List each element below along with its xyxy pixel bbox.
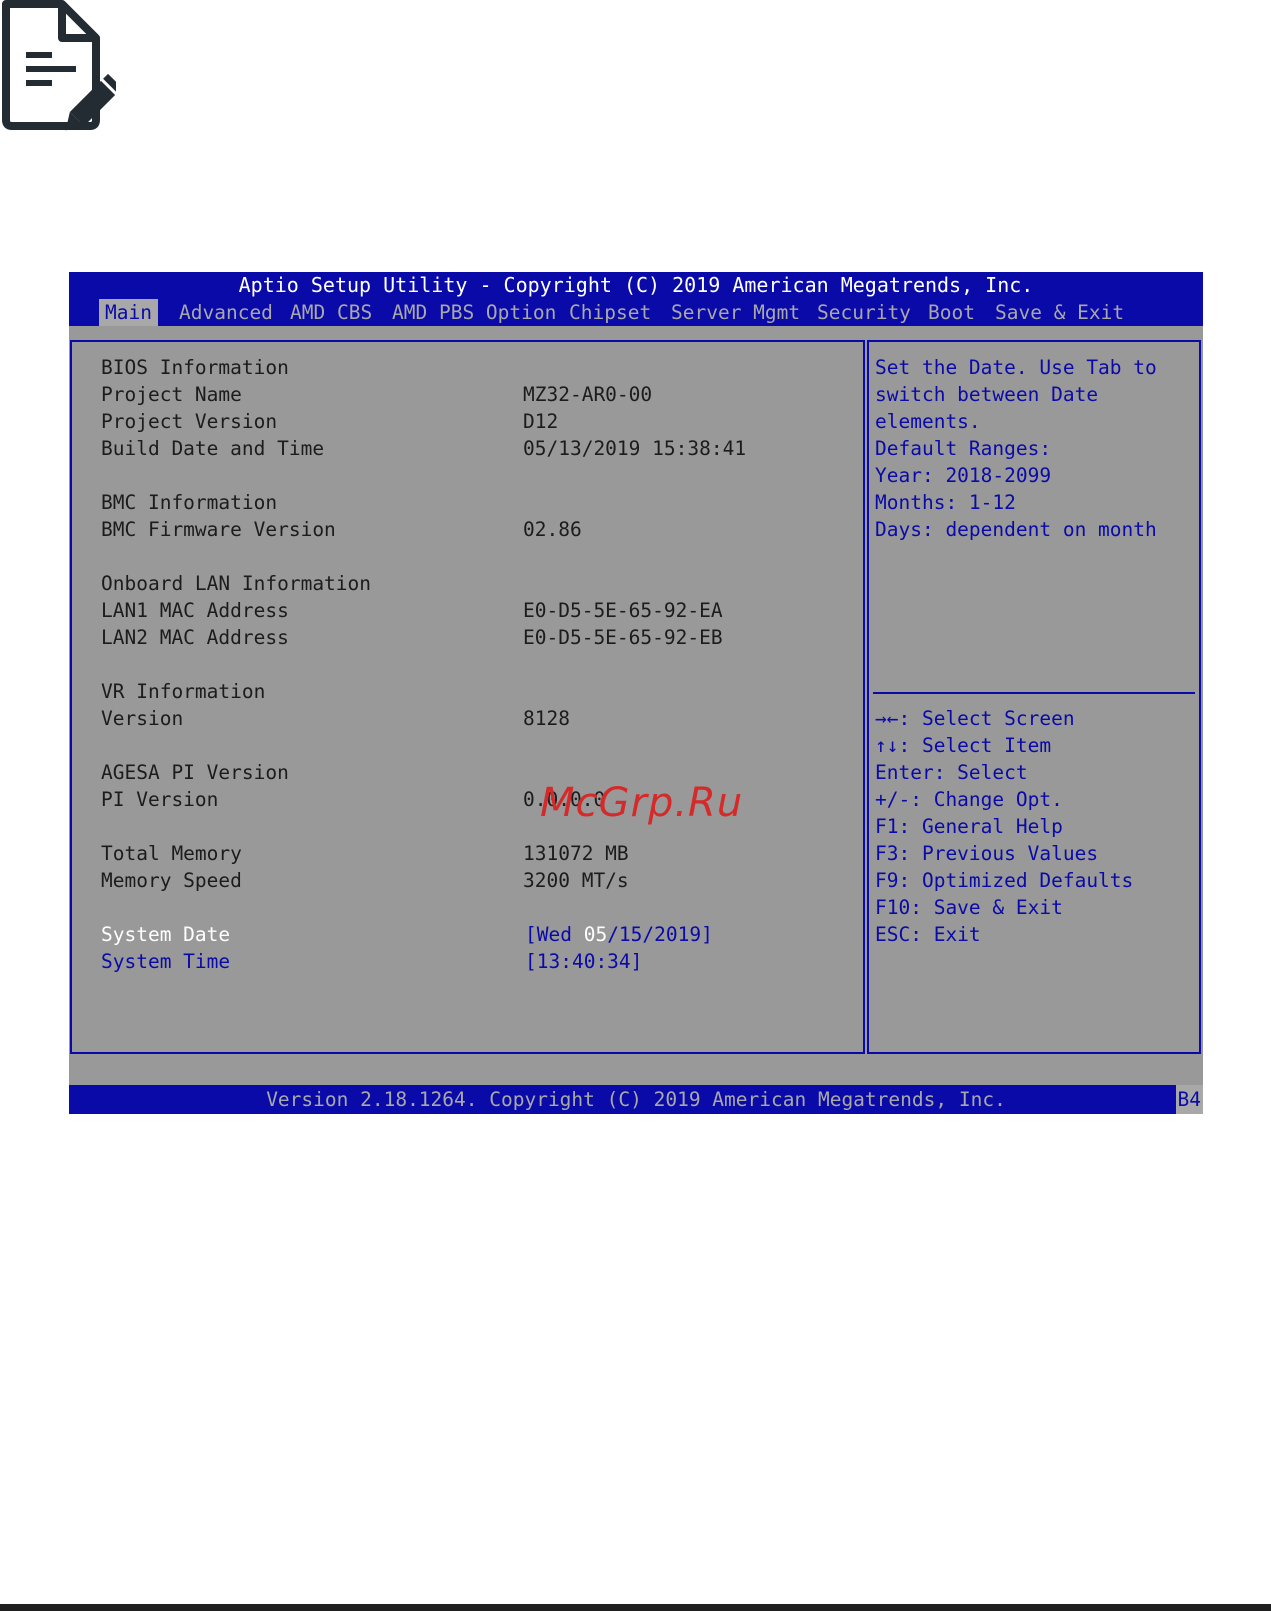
footer-bar: Version 2.18.1264. Copyright (C) 2019 Am… (69, 1085, 1203, 1114)
build-date-label: Build Date and Time (101, 437, 325, 460)
watermark: McGrp.Ru (540, 780, 744, 826)
key-hint-esc: ESC: Exit (875, 923, 981, 946)
bmc-firmware-value: 02.86 (523, 518, 582, 541)
tab-boot[interactable]: Boot (922, 299, 981, 326)
lan1-mac-value: E0-D5-5E-65-92-EA (523, 599, 723, 622)
build-date-value: 05/13/2019 15:38:41 (523, 437, 747, 460)
key-hint-f9: F9: Optimized Defaults (875, 869, 1134, 892)
key-hint-select-screen: →←: Select Screen (875, 707, 1075, 730)
lan1-mac-label: LAN1 MAC Address (101, 599, 289, 622)
key-hint-change-opt: +/-: Change Opt. (875, 788, 1063, 811)
total-memory-value: 131072 MB (523, 842, 629, 865)
title-bar: Aptio Setup Utility - Copyright (C) 2019… (69, 272, 1203, 299)
tab-main[interactable]: Main (99, 299, 158, 326)
note-edit-icon (0, 0, 123, 146)
system-date-open: [Wed (525, 923, 584, 946)
help-desc-line: Default Ranges: (875, 437, 1052, 460)
key-hint-f10: F10: Save & Exit (875, 896, 1063, 919)
total-memory-label: Total Memory (101, 842, 242, 865)
tab-security[interactable]: Security (811, 299, 917, 326)
agesa-heading: AGESA PI Version (101, 761, 289, 784)
memory-speed-value: 3200 MT/s (523, 869, 629, 892)
help-panel: Set the Date. Use Tab to switch between … (867, 340, 1201, 1054)
help-desc-line: elements. (875, 410, 981, 433)
lan-info-heading: Onboard LAN Information (101, 572, 372, 595)
system-date-value[interactable]: [Wed 05/15/2019] (525, 921, 713, 948)
bios-setup-window: Aptio Setup Utility - Copyright (C) 2019… (69, 272, 1203, 1114)
project-name-value: MZ32-AR0-00 (523, 383, 653, 406)
help-desc-line: Days: dependent on month (875, 518, 1157, 541)
post-code-badge: B4 (1175, 1085, 1203, 1114)
help-desc-line: Set the Date. Use Tab to (875, 356, 1157, 379)
key-hint-f1: F1: General Help (875, 815, 1063, 838)
bios-info-heading: BIOS Information (101, 356, 289, 379)
tab-advanced[interactable]: Advanced (173, 299, 279, 326)
bmc-firmware-label: BMC Firmware Version (101, 518, 336, 541)
system-date-month-selected[interactable]: 05 (584, 923, 607, 946)
tab-amd-pbs-option[interactable]: AMD PBS Option (386, 299, 562, 326)
info-panel: BIOS Information Project Name MZ32-AR0-0… (70, 340, 865, 1054)
help-desc-line: Year: 2018-2099 (875, 464, 1052, 487)
tab-amd-cbs[interactable]: AMD CBS (284, 299, 378, 326)
tab-save-exit[interactable]: Save & Exit (989, 299, 1130, 326)
system-time-value[interactable]: [13:40:34] (525, 948, 642, 975)
system-time-label[interactable]: System Time (101, 948, 230, 975)
system-date-rest: /15/2019] (607, 923, 713, 946)
help-desc-line: Months: 1-12 (875, 491, 1016, 514)
key-hint-enter: Enter: Select (875, 761, 1028, 784)
help-desc-line: switch between Date (875, 383, 1099, 406)
lan2-mac-value: E0-D5-5E-65-92-EB (523, 626, 723, 649)
vr-info-heading: VR Information (101, 680, 266, 703)
key-hint-select-item: ↑↓: Select Item (875, 734, 1052, 757)
project-version-value: D12 (523, 410, 559, 433)
project-version-label: Project Version (101, 410, 278, 433)
project-name-label: Project Name (101, 383, 242, 406)
page-bottom-rule (0, 1604, 1271, 1611)
lan2-mac-label: LAN2 MAC Address (101, 626, 289, 649)
tab-chipset[interactable]: Chipset (563, 299, 657, 326)
vr-version-value: 8128 (523, 707, 570, 730)
system-date-label[interactable]: System Date (101, 921, 230, 948)
vr-version-label: Version (101, 707, 184, 730)
memory-speed-label: Memory Speed (101, 869, 242, 892)
pi-version-label: PI Version (101, 788, 219, 811)
menu-bar: Main Advanced AMD CBS AMD PBS Option Chi… (69, 299, 1203, 326)
tab-server-mgmt[interactable]: Server Mgmt (665, 299, 806, 326)
key-hint-f3: F3: Previous Values (875, 842, 1099, 865)
help-divider (873, 692, 1195, 694)
bmc-info-heading: BMC Information (101, 491, 278, 514)
